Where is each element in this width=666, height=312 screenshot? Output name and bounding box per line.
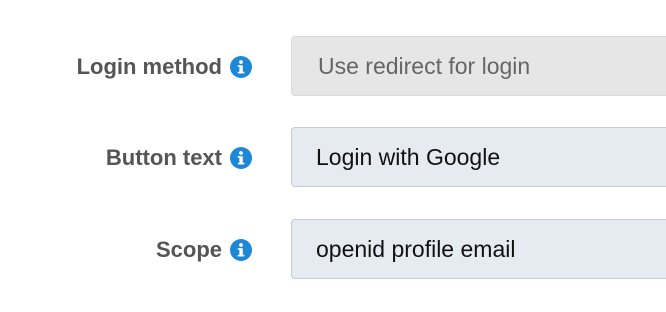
login-method-label-group: Login method (77, 36, 252, 98)
scope-input[interactable]: openid profile email (291, 219, 666, 279)
login-method-row: Login method Use redirect for login (0, 36, 666, 98)
button-text-row: Button text Login with Google (0, 127, 666, 189)
button-text-label: Button text (105, 145, 222, 170)
login-method-select[interactable]: Use redirect for login (291, 36, 666, 96)
scope-row: Scope openid profile email (0, 219, 666, 281)
button-text-label-group: Button text (106, 127, 252, 189)
info-icon[interactable] (230, 56, 252, 78)
scope-label-group: Scope (156, 219, 252, 281)
info-icon[interactable] (230, 147, 252, 169)
info-icon[interactable] (230, 239, 252, 261)
login-method-label: Login method (76, 54, 222, 79)
scope-label: Scope (155, 237, 222, 262)
button-text-input[interactable]: Login with Google (291, 127, 666, 187)
